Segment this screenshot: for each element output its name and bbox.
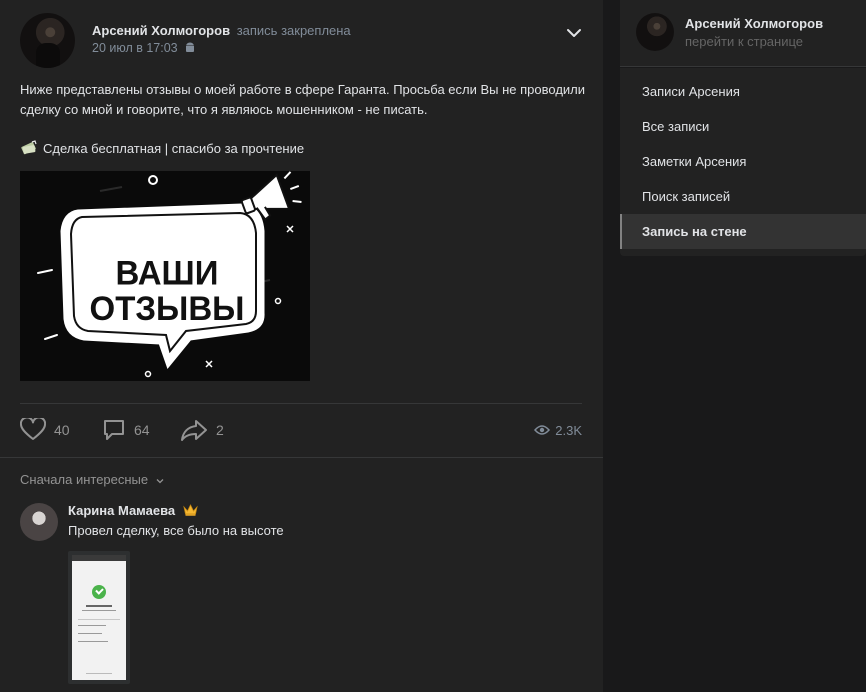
author-avatar[interactable] [20,13,75,68]
pinned-label: запись закреплена [236,23,351,38]
image-text-line1: ВАШИ [116,254,219,293]
chevron-down-icon [156,479,164,484]
share-button[interactable]: 2 [180,415,224,445]
check-icon [92,585,106,599]
profile-avatar[interactable] [636,13,674,51]
android-icon [186,42,195,52]
sort-label[interactable]: Сначала интересные [20,472,148,487]
crown-emoji-icon [183,504,198,516]
comments-section: Сначала интересные Карина Мамаева Провел… [0,457,603,692]
post-image[interactable]: ВАШИ ОТЗЫВЫ [20,171,310,381]
share-count: 2 [216,422,224,438]
post-divider [20,403,582,404]
phone-screenshot [72,555,126,680]
views-counter: 2.3K [534,415,582,445]
post-date[interactable]: 20 июл в 17:03 [92,41,195,55]
reviews-illustration: ВАШИ ОТЗЫВЫ [20,171,310,381]
author-line: Арсений Холмогоров запись закреплена [92,23,351,38]
post-text: Ниже представлены отзывы о моей работе в… [20,82,586,117]
go-to-page-link[interactable]: перейти к странице [685,34,803,49]
menu-item-wall-post[interactable]: Запись на стене [620,214,866,249]
money-emoji-icon [21,140,37,155]
comment-text: Провел сделку, все было на высоте [68,523,284,538]
like-button[interactable]: 40 [20,415,70,445]
comment-button[interactable]: 64 [102,415,150,445]
deal-text: Сделка бесплатная | спасибо за прочтение [43,141,305,156]
comment-author[interactable]: Карина Мамаева [68,503,198,518]
comment-icon [104,420,124,440]
share-arrow-icon [181,420,207,441]
profile-name[interactable]: Арсений Холмогоров [685,16,823,31]
post-header: Арсений Холмогоров запись закреплена 20 … [20,13,584,68]
profile-card[interactable]: Арсений Холмогоров перейти к странице [620,0,866,67]
eye-icon [534,425,551,435]
post-actions: 40 64 2 2.3K [20,415,582,445]
author-name-link[interactable]: Арсений Холмогоров [92,23,230,38]
chevron-down-icon[interactable] [566,27,582,39]
post-card: Арсений Холмогоров запись закреплена 20 … [0,0,603,692]
comments-sort-toggle[interactable]: Сначала интересные [20,472,164,487]
views-count: 2.3K [555,422,582,438]
menu-item-author-posts[interactable]: Записи Арсения [620,74,866,109]
menu-item-notes[interactable]: Заметки Арсения [620,144,866,179]
wall-nav-menu: Записи Арсения Все записи Заметки Арсени… [620,68,866,256]
menu-item-search-posts[interactable]: Поиск записей [620,179,866,214]
post-date-text[interactable]: 20 июл в 17:03 [92,41,178,55]
comment-count: 64 [134,422,150,438]
like-count: 40 [54,422,70,438]
heart-icon [20,418,46,440]
comment-author-name[interactable]: Карина Мамаева [68,503,175,518]
commenter-avatar[interactable] [20,503,58,541]
menu-item-all-posts[interactable]: Все записи [620,109,866,144]
image-text-line2: ОТЗЫВЫ [90,289,245,328]
deal-line: Сделка бесплатная | спасибо за прочтение [20,140,304,156]
comment-attachment-photo[interactable] [68,551,130,684]
